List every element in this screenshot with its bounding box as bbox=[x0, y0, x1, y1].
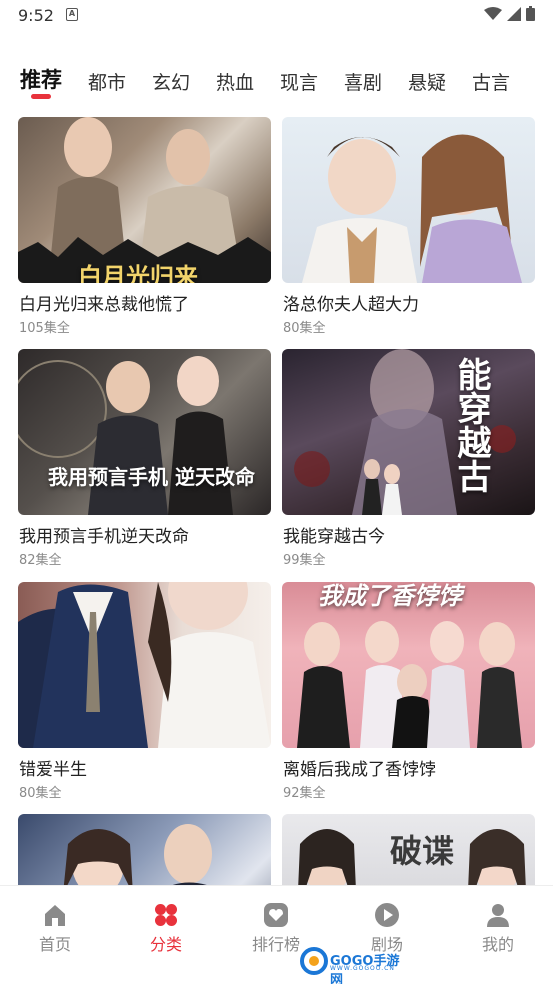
poster-caption: 我成了香饽饽 bbox=[318, 582, 462, 610]
watermark-logo-icon bbox=[300, 947, 328, 975]
home-icon bbox=[45, 905, 65, 926]
nav-label: 分类 bbox=[149, 935, 182, 954]
poster-art bbox=[18, 356, 233, 515]
nav-home[interactable]: 首页 bbox=[15, 902, 95, 955]
drama-card[interactable]: 白月光归来 白月光归来总裁他慌了 105集全 bbox=[18, 117, 271, 336]
poster-caption: 能穿越古 bbox=[451, 357, 491, 493]
tab-urban[interactable]: 都市 bbox=[88, 68, 126, 95]
drama-card[interactable]: 我用预言手机 逆天改命 我用预言手机逆天改命 82集全 bbox=[18, 349, 271, 568]
tab-comedy[interactable]: 喜剧 bbox=[344, 68, 382, 95]
episode-count: 80集全 bbox=[283, 321, 326, 336]
signal-icon bbox=[507, 6, 521, 21]
drama-title[interactable]: 离婚后我成了香饽饽 bbox=[283, 755, 436, 780]
drama-title[interactable]: 我用预言手机逆天改命 bbox=[19, 522, 189, 547]
poster-art bbox=[302, 134, 522, 283]
category-icon bbox=[155, 904, 177, 926]
active-tab-indicator bbox=[31, 94, 51, 99]
tab-fantasy[interactable]: 玄幻 bbox=[152, 68, 190, 95]
wifi-icon bbox=[484, 6, 502, 20]
drama-poster[interactable] bbox=[282, 117, 535, 283]
episode-count: 105集全 bbox=[19, 321, 70, 336]
tab-recommend[interactable]: 推荐 bbox=[20, 64, 62, 94]
tab-action[interactable]: 热血 bbox=[216, 68, 254, 95]
poster-art bbox=[18, 582, 271, 748]
drama-card[interactable]: 能穿越古 我能穿越古今 99集全 bbox=[282, 349, 535, 568]
drama-poster[interactable]: 破谍 bbox=[282, 814, 535, 885]
poster-caption: 破谍 bbox=[390, 832, 455, 870]
drama-title[interactable]: 洛总你夫人超大力 bbox=[283, 290, 419, 315]
drama-title[interactable]: 白月光归来总裁他慌了 bbox=[19, 290, 189, 315]
drama-poster[interactable]: 我成了香饽饽 bbox=[282, 582, 535, 748]
tab-suspense[interactable]: 悬疑 bbox=[408, 68, 446, 95]
drama-grid[interactable]: 白月光归来 白月光归来总裁他慌了 105集全 洛总你夫人超大力 80集全 我用预… bbox=[18, 117, 535, 885]
drama-poster[interactable] bbox=[18, 814, 271, 885]
drama-poster[interactable]: 白月光归来 bbox=[18, 117, 271, 283]
watermark: GOGO手游网 WWW.GOGOO.CN bbox=[300, 947, 410, 984]
nav-category[interactable]: 分类 bbox=[126, 902, 206, 955]
battery-icon bbox=[526, 6, 535, 21]
episode-count: 92集全 bbox=[283, 786, 326, 801]
status-time: 9:52 bbox=[18, 6, 54, 25]
drama-poster[interactable] bbox=[18, 582, 271, 748]
drama-poster[interactable]: 能穿越古 bbox=[282, 349, 535, 515]
drama-card[interactable]: 破谍 bbox=[282, 814, 535, 885]
drama-card[interactable] bbox=[18, 814, 271, 885]
drama-title[interactable]: 我能穿越古今 bbox=[283, 522, 385, 547]
episode-count: 80集全 bbox=[19, 786, 62, 801]
poster-caption: 我用预言手机 逆天改命 bbox=[48, 465, 255, 489]
poster-art bbox=[294, 349, 516, 515]
tab-modern-romance[interactable]: 现言 bbox=[280, 68, 318, 95]
status-bar: 9:52 A bbox=[0, 0, 553, 32]
category-tabs: 推荐 都市 玄幻 热血 现言 喜剧 悬疑 古言 bbox=[0, 62, 553, 106]
bottom-nav: 首页 分类 排行榜 剧场 我的 bbox=[0, 885, 553, 984]
drama-card[interactable]: 我成了香饽饽 离婚后我成了香饽饽 92集全 bbox=[282, 582, 535, 801]
nav-label: 首页 bbox=[38, 935, 71, 954]
play-icon bbox=[375, 903, 399, 927]
drama-card[interactable]: 洛总你夫人超大力 80集全 bbox=[282, 117, 535, 336]
drama-title[interactable]: 错爱半生 bbox=[19, 755, 87, 780]
watermark-subtext: WWW.GOGOO.CN bbox=[330, 965, 395, 972]
poster-caption: 白月光归来 bbox=[78, 263, 198, 283]
nav-profile[interactable]: 我的 bbox=[458, 902, 538, 955]
profile-icon bbox=[487, 904, 509, 927]
episode-count: 99集全 bbox=[283, 553, 326, 568]
ranking-icon bbox=[264, 903, 288, 927]
drama-poster[interactable]: 我用预言手机 逆天改命 bbox=[18, 349, 271, 515]
tab-ancient-romance[interactable]: 古言 bbox=[472, 68, 510, 95]
poster-art bbox=[63, 824, 212, 885]
notification-icon: A bbox=[66, 8, 78, 21]
nav-label: 我的 bbox=[481, 935, 514, 954]
drama-card[interactable]: 错爱半生 80集全 bbox=[18, 582, 271, 801]
episode-count: 82集全 bbox=[19, 553, 62, 568]
